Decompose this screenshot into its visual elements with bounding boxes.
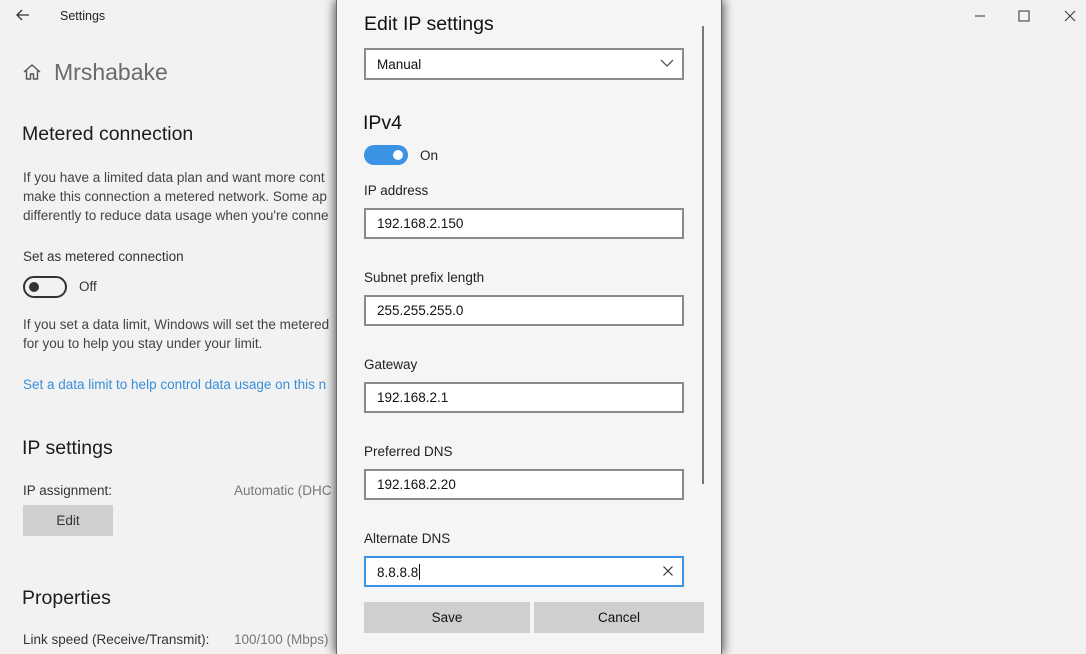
metered-description-line: differently to reduce data usage when yo… bbox=[23, 208, 329, 223]
subnet-value: 255.255.255.0 bbox=[377, 303, 464, 318]
metered-description: If you have a limited data plan and want… bbox=[23, 168, 343, 225]
ip-assignment-value: Automatic (DHC bbox=[234, 483, 332, 498]
home-icon bbox=[23, 64, 41, 80]
toggle-knob bbox=[29, 282, 39, 292]
cancel-button[interactable]: Cancel bbox=[534, 602, 704, 633]
save-button[interactable]: Save bbox=[364, 602, 530, 633]
metered-toggle-state: Off bbox=[79, 279, 97, 294]
properties-heading: Properties bbox=[22, 587, 111, 609]
ip-assignment-label: IP assignment: bbox=[23, 483, 113, 498]
subnet-label: Subnet prefix length bbox=[364, 270, 485, 285]
data-limit-line: for you to help you stay under your limi… bbox=[23, 336, 263, 351]
ip-address-label: IP address bbox=[364, 183, 429, 198]
edit-button[interactable]: Edit bbox=[23, 505, 113, 536]
page-title: Mrshabake bbox=[54, 59, 168, 85]
ip-settings-heading: IP settings bbox=[22, 437, 113, 459]
maximize-icon[interactable] bbox=[1014, 6, 1034, 26]
ipv4-heading: IPv4 bbox=[363, 112, 403, 134]
back-arrow-icon[interactable] bbox=[14, 6, 32, 24]
ip-address-value: 192.168.2.150 bbox=[377, 216, 464, 231]
gateway-value: 192.168.2.1 bbox=[377, 390, 449, 405]
data-limit-line: If you set a data limit, Windows will se… bbox=[23, 317, 330, 332]
close-icon[interactable] bbox=[1060, 6, 1080, 26]
minimize-icon[interactable] bbox=[970, 6, 990, 26]
preferred-dns-label: Preferred DNS bbox=[364, 444, 453, 459]
alternate-dns-value: 8.8.8.8 bbox=[377, 564, 421, 580]
app-title: Settings bbox=[60, 9, 106, 23]
gateway-input[interactable]: 192.168.2.1 bbox=[364, 382, 684, 413]
dialog-title: Edit IP settings bbox=[364, 13, 494, 35]
data-limit-link[interactable]: Set a data limit to help control data us… bbox=[23, 377, 335, 392]
gateway-label: Gateway bbox=[364, 357, 418, 372]
preferred-dns-input[interactable]: 192.168.2.20 bbox=[364, 469, 684, 500]
metered-description-line: If you have a limited data plan and want… bbox=[23, 170, 325, 185]
ipv4-toggle[interactable] bbox=[364, 145, 408, 165]
data-limit-description: If you set a data limit, Windows will se… bbox=[23, 315, 343, 353]
toggle-knob bbox=[393, 150, 403, 160]
metered-heading: Metered connection bbox=[22, 123, 194, 145]
dialog-scrollbar[interactable] bbox=[702, 26, 704, 484]
subnet-input[interactable]: 255.255.255.0 bbox=[364, 295, 684, 326]
chevron-down-icon bbox=[660, 59, 674, 67]
edit-ip-dialog: Edit IP settings Manual IPv4 On IP addre… bbox=[336, 0, 722, 654]
metered-toggle[interactable] bbox=[23, 276, 67, 298]
ip-address-input[interactable]: 192.168.2.150 bbox=[364, 208, 684, 239]
link-speed-label: Link speed (Receive/Transmit): bbox=[23, 632, 210, 647]
metered-description-line: make this connection a metered network. … bbox=[23, 189, 327, 204]
alternate-dns-text: 8.8.8.8 bbox=[377, 565, 419, 580]
ip-mode-select[interactable]: Manual bbox=[364, 48, 684, 80]
alternate-dns-label: Alternate DNS bbox=[364, 531, 451, 546]
text-caret bbox=[419, 564, 421, 580]
link-speed-value: 100/100 (Mbps) bbox=[234, 632, 329, 647]
metered-toggle-label: Set as metered connection bbox=[23, 249, 184, 264]
ipv4-toggle-state: On bbox=[420, 148, 439, 163]
preferred-dns-value: 192.168.2.20 bbox=[377, 477, 456, 492]
alternate-dns-input[interactable]: 8.8.8.8 bbox=[364, 556, 684, 587]
clear-icon[interactable] bbox=[662, 565, 674, 577]
ip-mode-value: Manual bbox=[377, 57, 422, 72]
